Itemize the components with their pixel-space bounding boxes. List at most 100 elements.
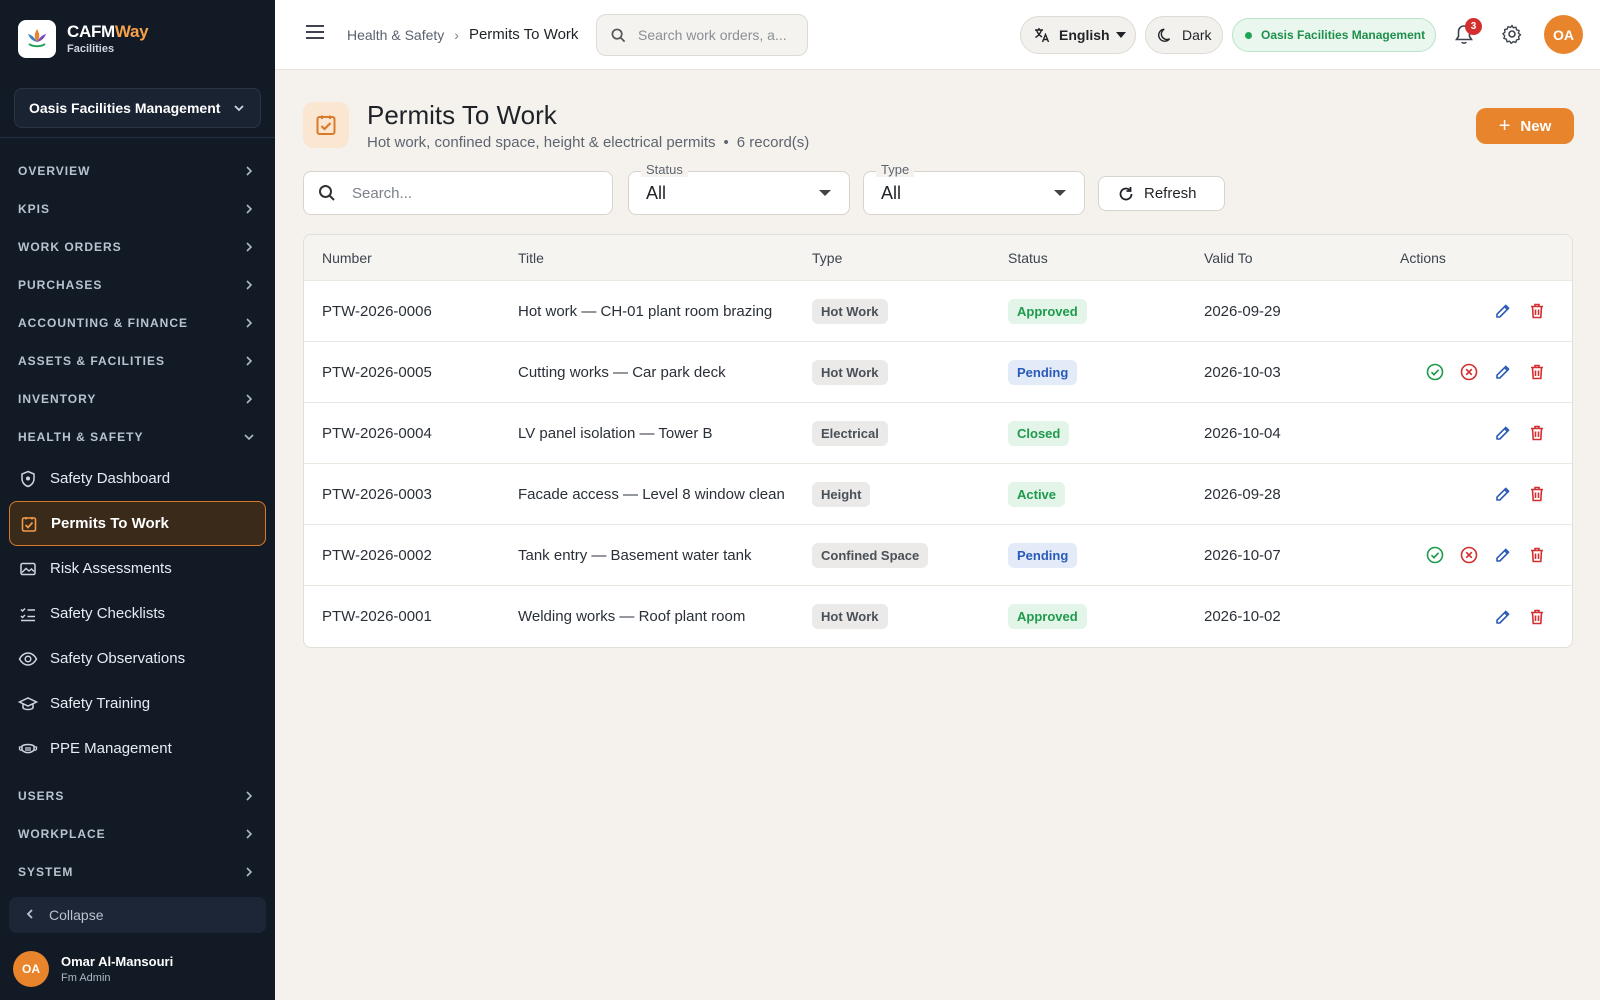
menu-icon[interactable]: [305, 24, 325, 45]
cell-title: Facade access — Level 8 window clean: [518, 485, 785, 503]
nav-section-workplace[interactable]: WORKPLACE: [0, 815, 275, 853]
edit-icon[interactable]: [1486, 605, 1520, 629]
status-dot-icon: [1245, 31, 1252, 39]
nav-section-label: WORK ORDERS: [18, 240, 122, 254]
nav-section-work-orders[interactable]: WORK ORDERS: [0, 228, 275, 266]
edit-icon[interactable]: [1486, 482, 1520, 506]
table-row[interactable]: PTW-2026-0006 Hot work — CH-01 plant room…: [304, 281, 1572, 342]
nav-section-kpis[interactable]: KPIS: [0, 190, 275, 228]
cell-actions: [1382, 543, 1572, 567]
gear-icon[interactable]: [1502, 24, 1522, 49]
nav-section-health-safety[interactable]: HEALTH & SAFETY: [0, 418, 275, 456]
chevron-right-icon: [246, 829, 253, 839]
sidebar-item-label: Permits To Work: [51, 515, 169, 532]
reject-icon[interactable]: [1452, 543, 1486, 567]
approve-icon[interactable]: [1418, 543, 1452, 567]
org-status-chip[interactable]: Oasis Facilities Management: [1232, 18, 1436, 52]
type-badge: Hot Work: [812, 604, 888, 629]
cell-number: PTW-2026-0006: [322, 302, 432, 320]
chevron-down-icon: [234, 105, 244, 112]
type-filter[interactable]: Type All: [863, 162, 1085, 215]
cell-title: Welding works — Roof plant room: [518, 608, 746, 625]
sidebar-item-safety-dashboard[interactable]: Safety Dashboard: [9, 456, 266, 501]
breadcrumb-parent[interactable]: Health & Safety: [347, 27, 444, 43]
delete-icon[interactable]: [1520, 299, 1554, 323]
image-card-icon: [18, 559, 38, 579]
permits-table: Number Title Type Status Valid To Action…: [303, 234, 1573, 648]
chevron-right-icon: [246, 204, 253, 214]
column-header-number[interactable]: Number: [304, 250, 500, 266]
page-subtitle: Hot work, confined space, height & elect…: [367, 134, 809, 151]
column-header-type[interactable]: Type: [794, 250, 990, 266]
nav-section-purchases[interactable]: PURCHASES: [0, 266, 275, 304]
nav-section-inventory[interactable]: INVENTORY: [0, 380, 275, 418]
org-chip-label: Oasis Facilities Management: [1261, 28, 1426, 42]
nav-section-overview[interactable]: OVERVIEW: [0, 152, 275, 190]
reject-icon[interactable]: [1452, 360, 1486, 384]
nav-section-assets[interactable]: ASSETS & FACILITIES: [0, 342, 275, 380]
nav-section-label: ACCOUNTING & FINANCE: [18, 316, 188, 330]
table-row[interactable]: PTW-2026-0004 LV panel isolation — Tower …: [304, 403, 1572, 464]
column-header-title[interactable]: Title: [500, 250, 794, 266]
approve-icon[interactable]: [1418, 360, 1452, 384]
table-row[interactable]: PTW-2026-0003 Facade access — Level 8 win…: [304, 464, 1572, 525]
nav-section-system[interactable]: SYSTEM: [0, 853, 275, 891]
table-row[interactable]: PTW-2026-0001 Welding works — Roof plant …: [304, 586, 1572, 647]
sidebar-divider: [0, 137, 275, 138]
sidebar-nav: OVERVIEW KPIS WORK ORDERS PURCHASES ACCO…: [0, 152, 275, 891]
collapse-label: Collapse: [49, 907, 104, 923]
status-filter-value: All: [646, 183, 667, 203]
separator-dot: •: [723, 134, 729, 151]
chevron-right-icon: [246, 356, 253, 366]
status-filter[interactable]: Status All: [628, 162, 850, 215]
refresh-button[interactable]: Refresh: [1098, 176, 1225, 211]
delete-icon[interactable]: [1520, 543, 1554, 567]
sidebar-item-safety-observations[interactable]: Safety Observations: [9, 636, 266, 681]
brand[interactable]: CAFMWay Facilities: [18, 20, 149, 58]
org-selector[interactable]: Oasis Facilities Management: [14, 88, 261, 128]
column-header-status[interactable]: Status: [990, 250, 1186, 266]
global-search-input[interactable]: [638, 27, 798, 43]
global-search[interactable]: [596, 14, 808, 56]
shield-icon: [18, 469, 38, 489]
edit-icon[interactable]: [1486, 421, 1520, 445]
nav-section-users[interactable]: USERS: [0, 777, 275, 815]
sidebar-item-risk-assessments[interactable]: Risk Assessments: [9, 546, 266, 591]
user-profile[interactable]: OA Omar Al-Mansouri Fm Admin: [13, 951, 173, 987]
table-search-input[interactable]: [352, 184, 592, 202]
delete-icon[interactable]: [1520, 360, 1554, 384]
table-row[interactable]: PTW-2026-0002 Tank entry — Basement water…: [304, 525, 1572, 586]
edit-icon[interactable]: [1486, 299, 1520, 323]
new-permit-button[interactable]: + New: [1476, 108, 1574, 144]
sidebar-item-safety-checklists[interactable]: Safety Checklists: [9, 591, 266, 636]
sidebar-item-permits-to-work[interactable]: Permits To Work: [9, 501, 266, 546]
nav-section-label: PURCHASES: [18, 278, 103, 292]
cell-number: PTW-2026-0002: [322, 546, 432, 564]
status-badge: Pending: [1008, 542, 1078, 568]
cell-actions: [1382, 605, 1572, 629]
theme-toggle[interactable]: Dark: [1145, 16, 1223, 54]
refresh-icon: [1119, 186, 1133, 200]
edit-icon[interactable]: [1486, 543, 1520, 567]
cell-valid-to: 2026-10-02: [1204, 608, 1281, 625]
collapse-sidebar-button[interactable]: Collapse: [9, 897, 266, 933]
moon-icon: [1158, 28, 1171, 42]
sidebar-item-safety-training[interactable]: Safety Training: [9, 681, 266, 726]
sidebar-item-ppe-management[interactable]: PPE Management: [9, 726, 266, 771]
table-row[interactable]: PTW-2026-0005 Cutting works — Car park de…: [304, 342, 1572, 403]
cell-valid-to: 2026-10-04: [1204, 424, 1281, 442]
language-selector[interactable]: English: [1020, 16, 1136, 54]
cell-number: PTW-2026-0001: [322, 608, 432, 625]
delete-icon[interactable]: [1520, 605, 1554, 629]
column-header-valid-to[interactable]: Valid To: [1186, 250, 1382, 266]
checkbox-icon: [316, 115, 336, 135]
delete-icon[interactable]: [1520, 421, 1554, 445]
brand-name: CAFMWay: [67, 21, 149, 41]
cell-status: Pending: [990, 359, 1186, 385]
status-filter-label: Status: [641, 162, 688, 177]
edit-icon[interactable]: [1486, 360, 1520, 384]
delete-icon[interactable]: [1520, 482, 1554, 506]
avatar[interactable]: OA: [1544, 15, 1583, 54]
table-search[interactable]: [303, 171, 613, 215]
nav-section-accounting[interactable]: ACCOUNTING & FINANCE: [0, 304, 275, 342]
